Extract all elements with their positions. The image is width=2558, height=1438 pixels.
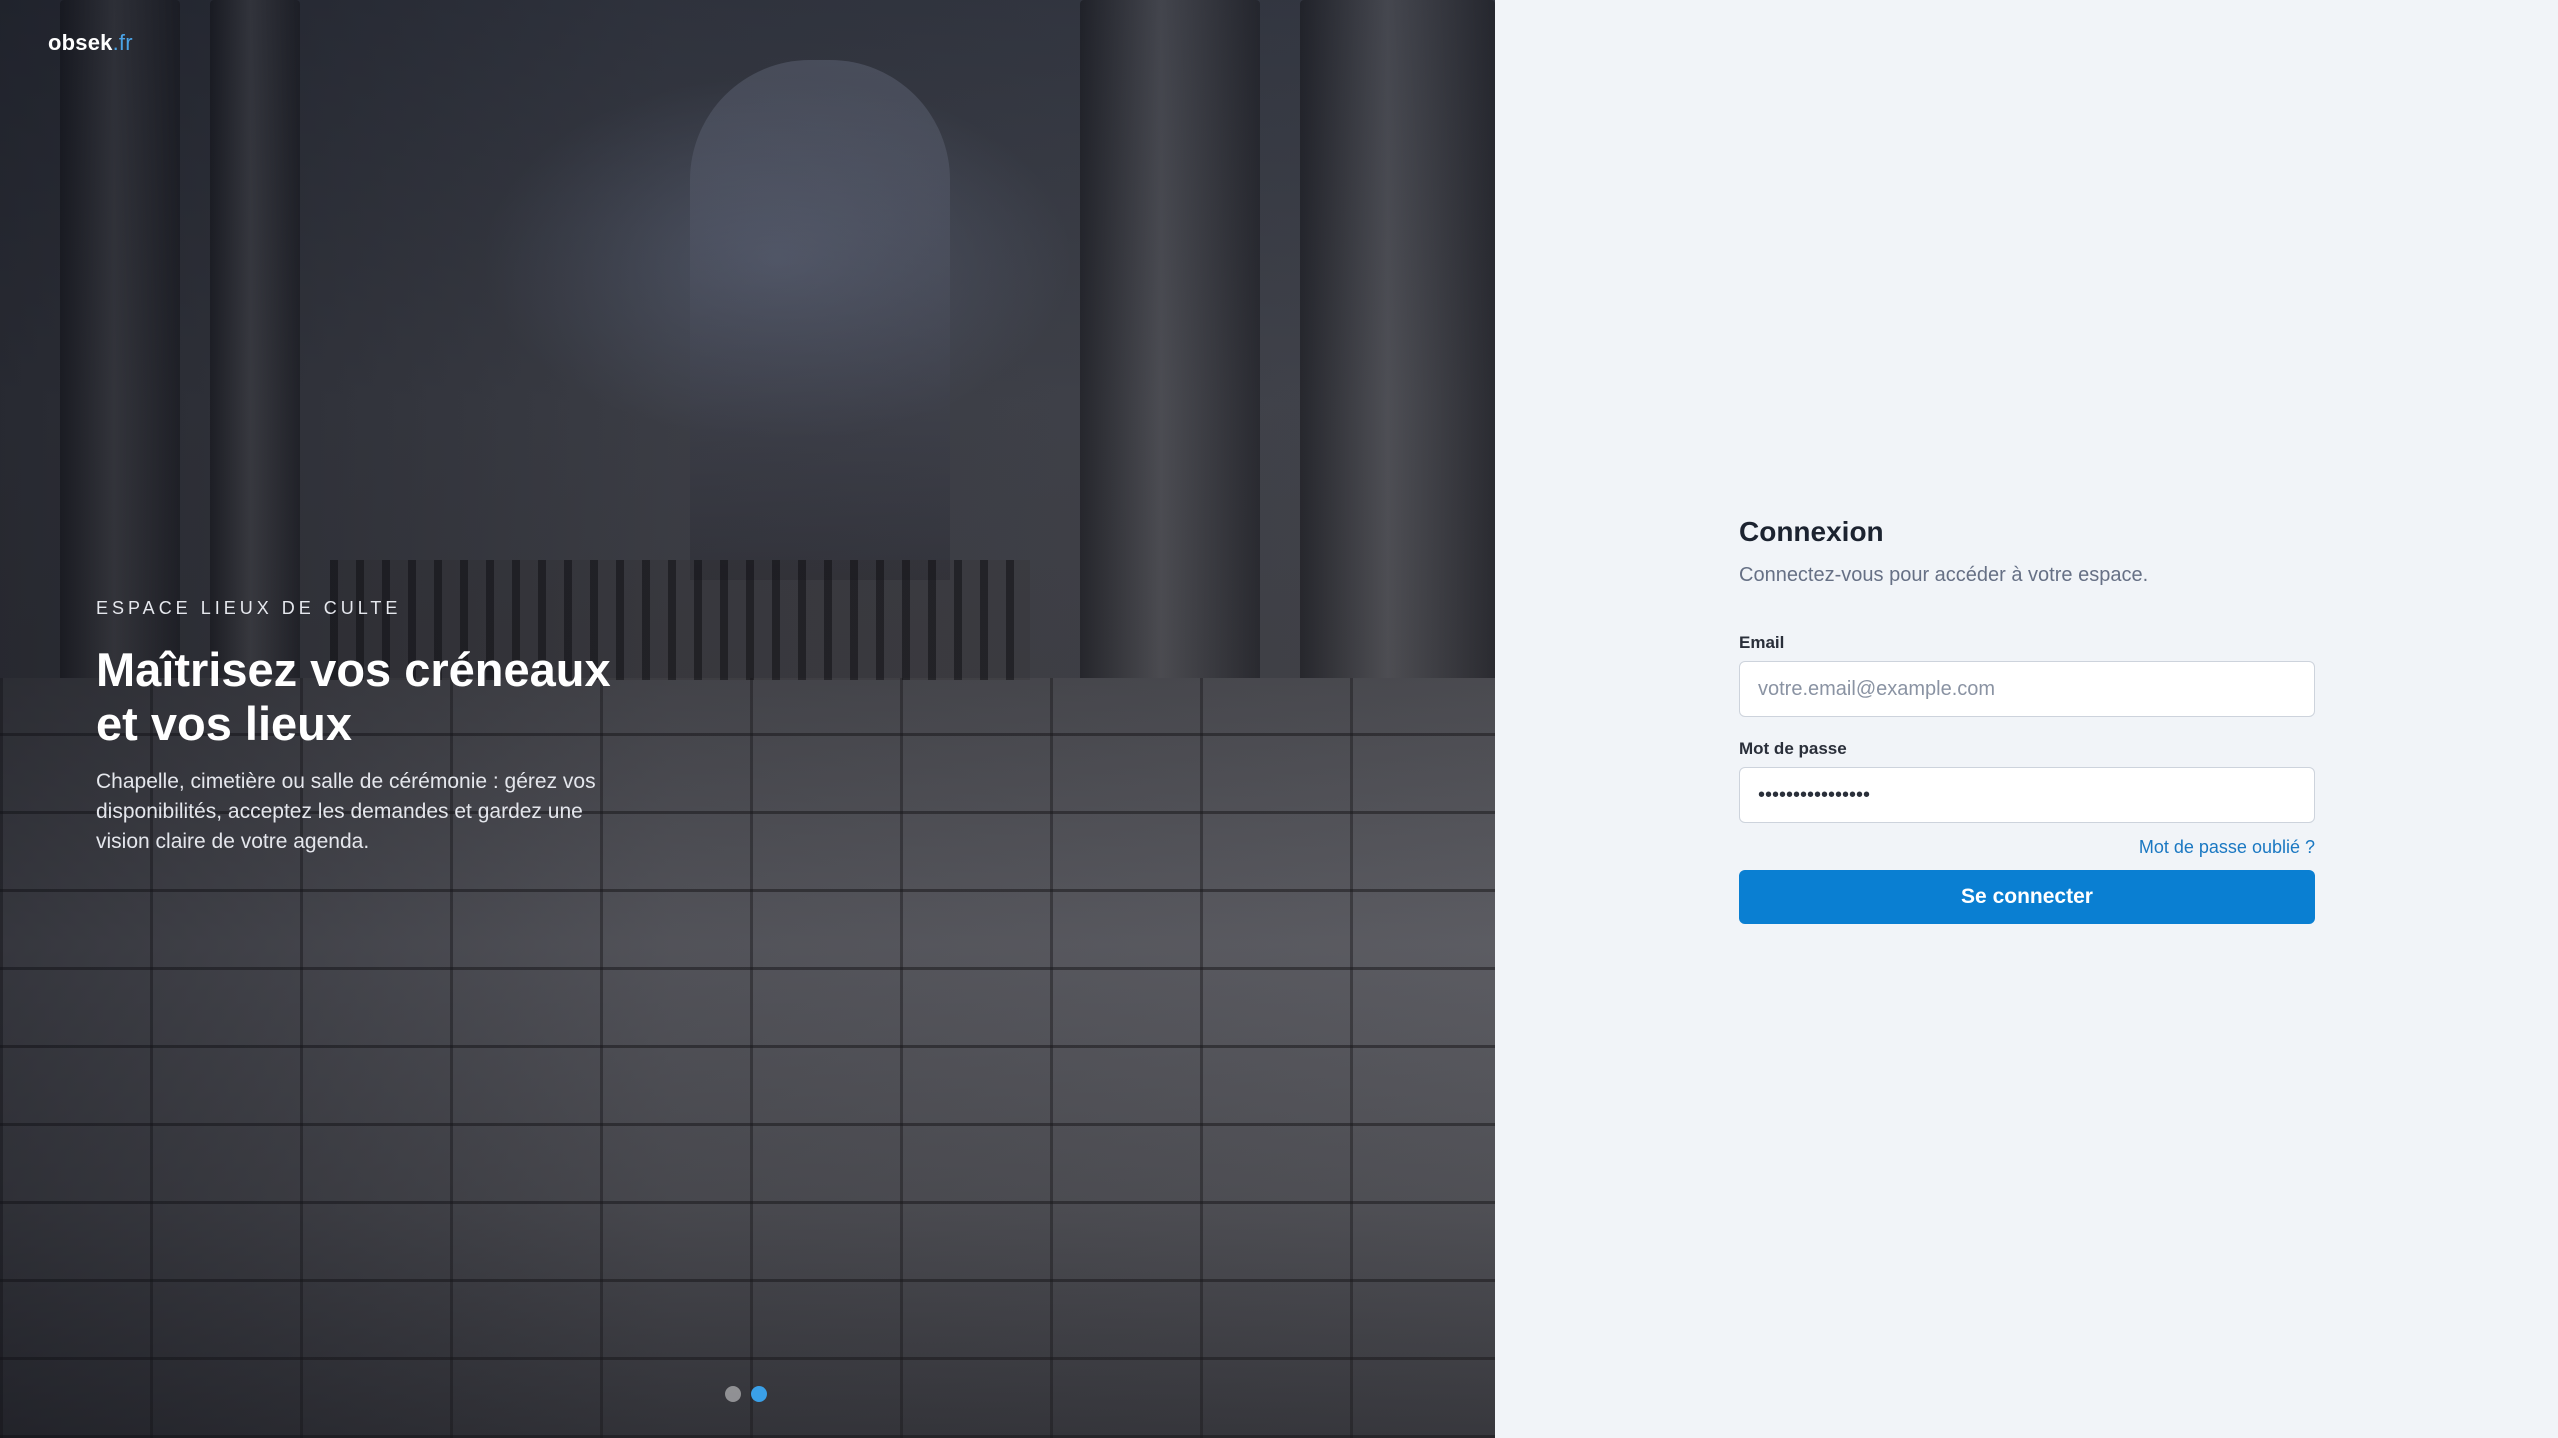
forgot-password-row: Mot de passe oublié ? xyxy=(1739,837,2315,858)
brand-logo[interactable]: obsek.fr xyxy=(48,30,133,56)
email-label: Email xyxy=(1739,633,1785,652)
hero-panel: obsek.fr ESPACE LIEUX DE CULTE Maîtrisez… xyxy=(0,0,1495,1438)
login-form: Connexion Connectez-vous pour accéder à … xyxy=(1739,516,2315,924)
login-panel: Connexion Connectez-vous pour accéder à … xyxy=(1495,0,2558,1438)
email-input[interactable] xyxy=(1739,661,2315,717)
hero-title: Maîtrisez vos créneaux et vos lieux xyxy=(96,643,616,751)
login-page: obsek.fr ESPACE LIEUX DE CULTE Maîtrisez… xyxy=(0,0,2558,1438)
carousel-indicators xyxy=(725,1386,767,1402)
password-field-group: Mot de passe xyxy=(1739,739,2315,823)
hero-title-line1: Maîtrisez vos créneaux xyxy=(96,643,611,696)
login-subtitle: Connectez-vous pour accéder à votre espa… xyxy=(1739,564,2149,586)
carousel-dot-2[interactable] xyxy=(751,1386,767,1402)
carousel-dot-1[interactable] xyxy=(725,1386,741,1402)
brand-name: obsek xyxy=(48,30,113,55)
login-submit-button[interactable]: Se connecter xyxy=(1739,870,2315,924)
hero-description: Chapelle, cimetière ou salle de cérémoni… xyxy=(96,770,596,853)
forgot-password-link[interactable]: Mot de passe oublié ? xyxy=(2139,837,2315,857)
brand-tld: .fr xyxy=(112,30,133,55)
login-title: Connexion xyxy=(1739,516,1884,547)
hero-eyebrow: ESPACE LIEUX DE CULTE xyxy=(96,598,402,618)
hero-content: ESPACE LIEUX DE CULTE Maîtrisez vos crén… xyxy=(96,598,616,857)
password-label: Mot de passe xyxy=(1739,739,1847,758)
hero-title-line2: et vos lieux xyxy=(96,697,352,750)
password-input[interactable] xyxy=(1739,767,2315,823)
email-field-group: Email xyxy=(1739,633,2315,717)
